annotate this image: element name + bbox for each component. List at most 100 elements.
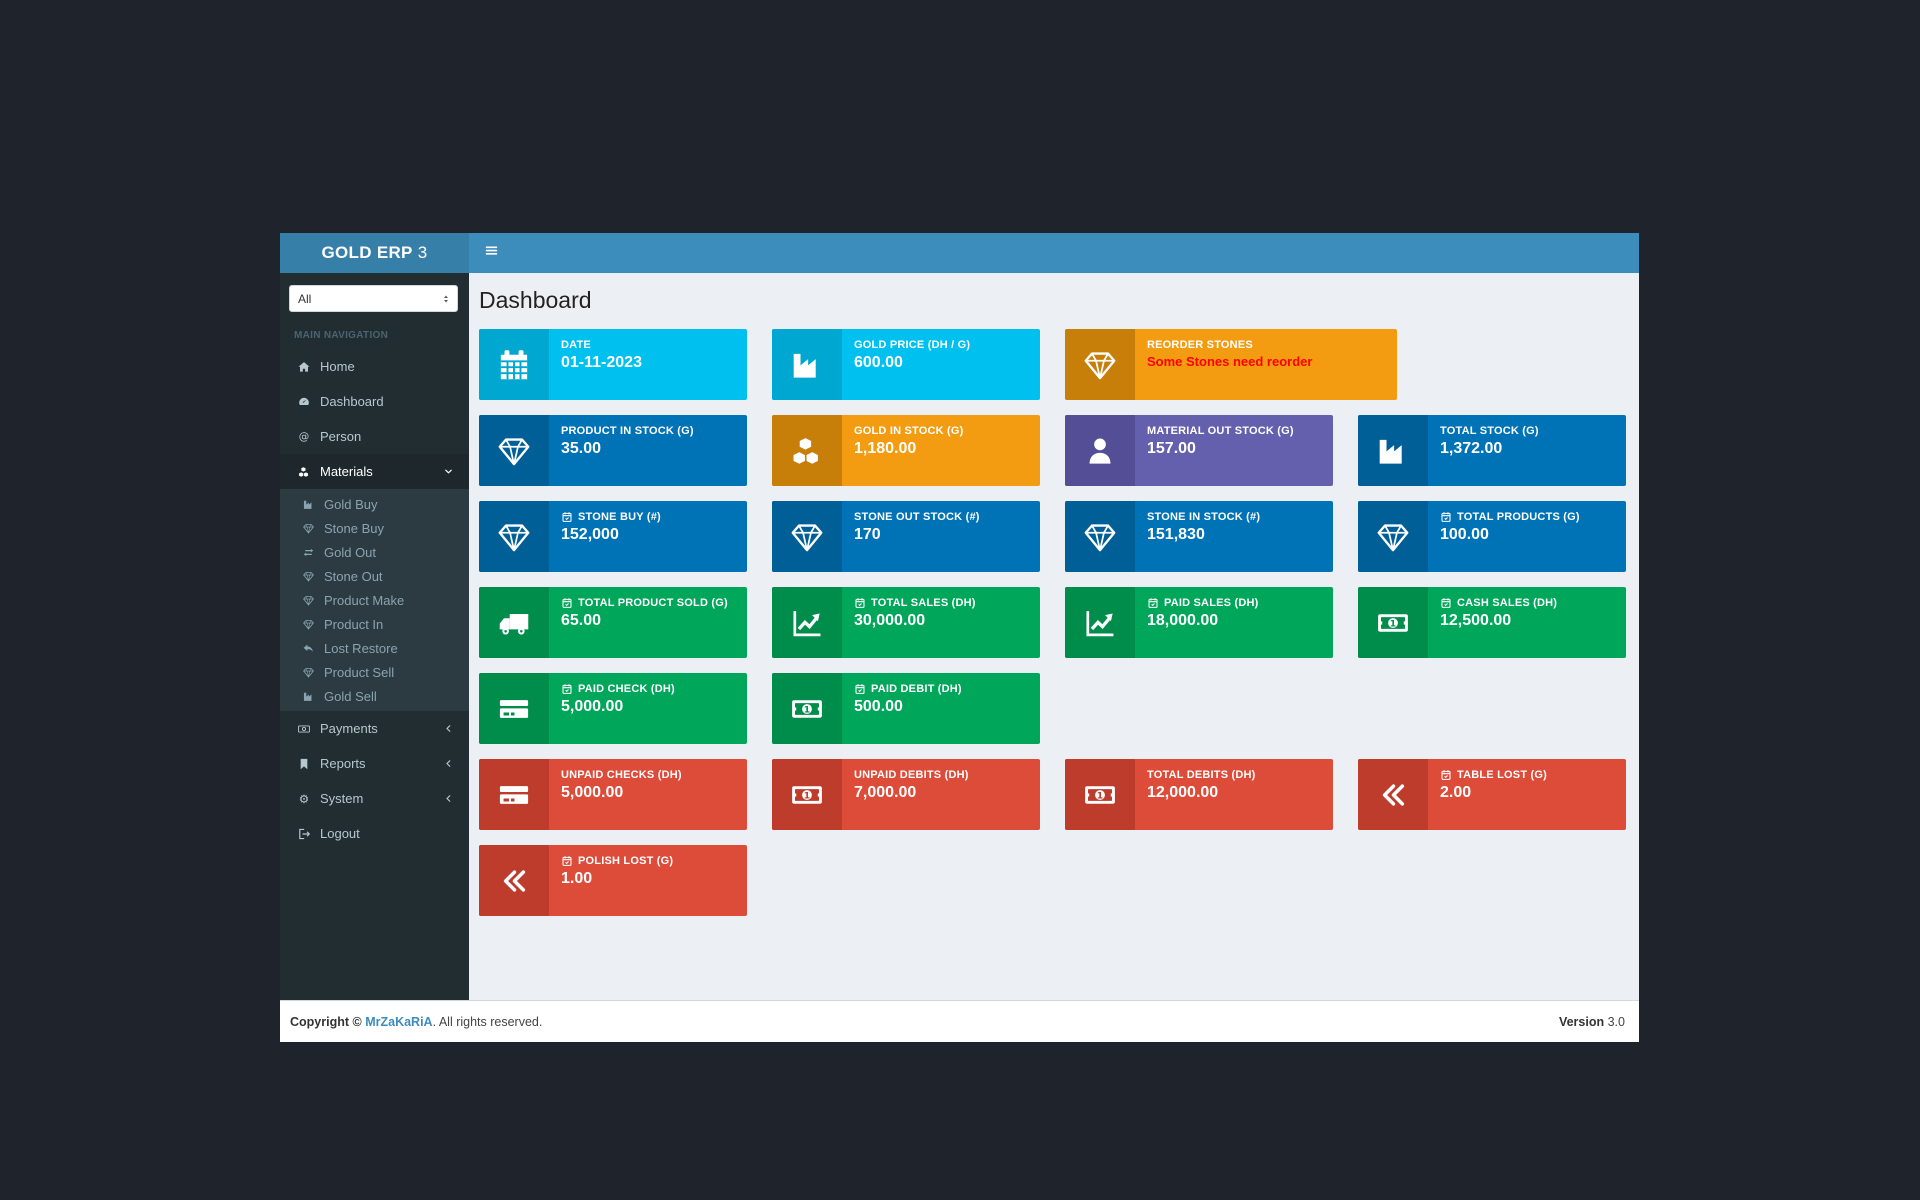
dashboard-grid: DATE 01-11-2023 GOLD PRICE (DH / G)600.00 R… <box>479 329 1626 916</box>
sidebar-subitem-gold-buy[interactable]: Gold Buy <box>280 492 469 516</box>
sign-out-icon <box>295 827 313 841</box>
sidebar-item-materials[interactable]: Materials <box>280 454 469 489</box>
filter-wrap: All <box>280 273 469 320</box>
industry-icon <box>772 329 842 400</box>
sidebar-subitem-stone-out[interactable]: Stone Out <box>280 564 469 588</box>
sidebar-subitem-product-sell[interactable]: Product Sell <box>280 660 469 684</box>
materials-submenu: Gold BuyStone BuyGold OutStone OutProduc… <box>280 489 469 711</box>
calendar-check-icon <box>1440 597 1452 609</box>
infobox-value: 30,000.00 <box>854 612 976 630</box>
infobox-label-text: UNPAID DEBITS (DH) <box>854 769 969 781</box>
sidebar-subitem-label: Gold Sell <box>324 689 377 704</box>
footer-version-label: Version <box>1559 1015 1604 1029</box>
calendar-check-icon <box>854 597 866 609</box>
infobox-body: STONE OUT STOCK (#)170 <box>842 501 992 572</box>
infobox-body: PAID CHECK (DH) 5,000.00 <box>549 673 687 744</box>
sidebar-item-home[interactable]: Home <box>280 349 469 384</box>
infobox-row: PAID CHECK (DH) 5,000.00 1PAID DEBIT (DH)5… <box>479 673 1626 744</box>
sidebar-item-payments[interactable]: Payments <box>280 711 469 746</box>
at-icon: @ <box>295 430 313 444</box>
infobox-cash-sales-dh: 1 CASH SALES (DH)12,500.00 <box>1358 587 1626 658</box>
industry-icon <box>1358 415 1428 486</box>
banknote-icon: 1 <box>772 759 842 830</box>
infobox-label-text: PAID SALES (DH) <box>1164 597 1258 609</box>
infobox-body: UNPAID DEBITS (DH) 7,000.00 <box>842 759 981 830</box>
filter-select[interactable]: All <box>289 285 458 312</box>
infobox-row: PRODUCT IN STOCK (G)35.00 GOLD IN STOCK (… <box>479 415 1626 486</box>
infobox-label-text: STONE OUT STOCK (#) <box>854 511 980 523</box>
chart-line-icon <box>1065 587 1135 658</box>
sidebar-subitem-gold-sell[interactable]: Gold Sell <box>280 684 469 708</box>
infobox-body: DATE 01-11-2023 <box>549 329 654 400</box>
sidebar-subitem-gold-out[interactable]: Gold Out <box>280 540 469 564</box>
infobox-row: TOTAL PRODUCT SOLD (G)65.00TOTAL SALES (… <box>479 587 1626 658</box>
sidebar-item-label: Home <box>320 359 355 374</box>
infobox-body: PRODUCT IN STOCK (G)35.00 <box>549 415 706 486</box>
footer-copyright-label: Copyright © <box>290 1015 362 1029</box>
infobox-reorder-stones: REORDER STONESSome Stones need reorder <box>1065 329 1397 400</box>
infobox-paid-sales-dh: PAID SALES (DH)18,000.00 <box>1065 587 1333 658</box>
infobox-value: 01-11-2023 <box>561 354 642 372</box>
infobox-label: TOTAL DEBITS (DH) <box>1147 769 1256 781</box>
diamond-icon <box>772 501 842 572</box>
infobox-value: 65.00 <box>561 612 728 630</box>
sidebar-section-label: MAIN NAVIGATION <box>280 320 469 349</box>
sidebar-item-reports[interactable]: Reports <box>280 746 469 781</box>
infobox-stone-out-stock: STONE OUT STOCK (#)170 <box>772 501 1040 572</box>
sidebar-item-logout[interactable]: Logout <box>280 816 469 851</box>
infobox-value: 157.00 <box>1147 440 1294 458</box>
infobox-body: GOLD PRICE (DH / G)600.00 <box>842 329 982 400</box>
infobox-label: CASH SALES (DH) <box>1440 597 1557 609</box>
industry-icon <box>299 690 317 703</box>
infobox-unpaid-checks-dh: UNPAID CHECKS (DH)5,000.00 <box>479 759 747 830</box>
infobox-label-text: PAID CHECK (DH) <box>578 683 675 695</box>
sidebar-subitem-label: Product Sell <box>324 665 394 680</box>
infobox-paid-debit-dh: 1PAID DEBIT (DH)500.00 <box>772 673 1040 744</box>
app-logo[interactable]: GOLD ERP 3 <box>280 233 469 273</box>
calendar-check-icon <box>561 597 573 609</box>
svg-text:1: 1 <box>804 704 810 715</box>
infobox-row: UNPAID CHECKS (DH)5,000.001UNPAID DEBITS… <box>479 759 1626 830</box>
sidebar-toggle-button[interactable] <box>469 233 513 273</box>
infobox-label-text: POLISH LOST (G) <box>578 855 673 867</box>
infobox-label: TABLE LOST (G) <box>1440 769 1547 781</box>
home-icon <box>295 360 313 374</box>
infobox-value: 5,000.00 <box>561 698 675 716</box>
infobox-body: REORDER STONESSome Stones need reorder <box>1135 329 1324 400</box>
infobox-total-stock-g: TOTAL STOCK (G)1,372.00 <box>1358 415 1626 486</box>
sidebar-subitem-label: Gold Buy <box>324 497 377 512</box>
banknote-icon: 1 <box>1065 759 1135 830</box>
infobox-label: DATE <box>561 339 642 351</box>
sidebar-subitem-product-make[interactable]: Product Make <box>280 588 469 612</box>
footer-brand-link[interactable]: MrZaKaRiA <box>365 1015 432 1029</box>
infobox-value: 500.00 <box>854 698 962 716</box>
sidebar-subitem-label: Lost Restore <box>324 641 398 656</box>
sidebar-item-label: Person <box>320 429 361 444</box>
infobox-row: DATE 01-11-2023 GOLD PRICE (DH / G)600.00 R… <box>479 329 1626 400</box>
chevron-left-icon <box>439 723 457 734</box>
truck-icon <box>479 587 549 658</box>
infobox-value: 7,000.00 <box>854 784 969 802</box>
svg-text:1: 1 <box>1390 618 1396 629</box>
footer-version-value: 3.0 <box>1608 1015 1625 1029</box>
infobox-label: STONE OUT STOCK (#) <box>854 511 980 523</box>
infobox-label-text: TOTAL PRODUCTS (G) <box>1457 511 1580 523</box>
sidebar-subitem-lost-restore[interactable]: Lost Restore <box>280 636 469 660</box>
sidebar-subitem-product-in[interactable]: Product In <box>280 612 469 636</box>
infobox-body: POLISH LOST (G)1.00 <box>549 845 685 916</box>
brand-version: 3 <box>418 243 428 263</box>
infobox-gold-price-dh-g: GOLD PRICE (DH / G)600.00 <box>772 329 1040 400</box>
sidebar-item-system[interactable]: ⚙System <box>280 781 469 816</box>
infobox-body: CASH SALES (DH)12,500.00 <box>1428 587 1569 658</box>
sidebar-item-person[interactable]: @ Person <box>280 419 469 454</box>
infobox-body: MATERIAL OUT STOCK (G)157.00 <box>1135 415 1306 486</box>
infobox-value: 1,180.00 <box>854 440 964 458</box>
sidebar-subitem-stone-buy[interactable]: Stone Buy <box>280 516 469 540</box>
select-arrows-icon <box>441 293 451 305</box>
infobox-label-text: STONE IN STOCK (#) <box>1147 511 1260 523</box>
infobox-body: GOLD IN STOCK (G)1,180.00 <box>842 415 976 486</box>
credit-card-icon <box>479 759 549 830</box>
sidebar-item-dashboard[interactable]: Dashboard <box>280 384 469 419</box>
diamond-icon <box>299 618 317 631</box>
bars-icon <box>484 243 499 263</box>
